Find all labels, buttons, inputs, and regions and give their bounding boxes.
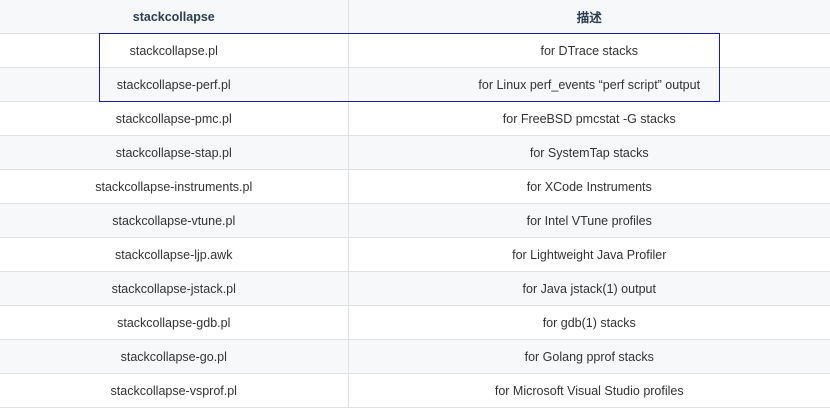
table-row: stackcollapse.pl for DTrace stacks [0, 33, 830, 68]
table-body: stackcollapse.pl for DTrace stacks stack… [0, 33, 830, 408]
script-name-cell: stackcollapse-instruments.pl [0, 169, 348, 204]
table-row: stackcollapse-jstack.pl for Java jstack(… [0, 271, 830, 306]
script-name-cell: stackcollapse-gdb.pl [0, 305, 348, 340]
description-cell: for Microsoft Visual Studio profiles [347, 373, 830, 408]
table-row: stackcollapse-vtune.pl for Intel VTune p… [0, 203, 830, 238]
header-stackcollapse: stackcollapse [0, 0, 348, 34]
description-cell: for Linux perf_events “perf script” outp… [347, 67, 830, 102]
script-name-cell: stackcollapse-go.pl [0, 339, 348, 374]
script-name-cell: stackcollapse-jstack.pl [0, 271, 348, 306]
table-row: stackcollapse-instruments.pl for XCode I… [0, 169, 830, 204]
script-name-cell: stackcollapse.pl [0, 33, 348, 68]
description-cell: for Java jstack(1) output [347, 271, 830, 306]
description-cell: for Intel VTune profiles [347, 203, 830, 238]
table-row: stackcollapse-ljp.awk for Lightweight Ja… [0, 237, 830, 272]
description-cell: for SystemTap stacks [347, 135, 830, 170]
script-name-cell: stackcollapse-vtune.pl [0, 203, 348, 238]
table-row: stackcollapse-pmc.pl for FreeBSD pmcstat… [0, 101, 830, 136]
stackcollapse-table: stackcollapse 描述 stackcollapse.pl for DT… [0, 0, 830, 408]
header-description: 描述 [347, 0, 830, 34]
table-header: stackcollapse 描述 [0, 0, 830, 34]
table-row: stackcollapse-gdb.pl for gdb(1) stacks [0, 305, 830, 340]
script-name-cell: stackcollapse-ljp.awk [0, 237, 348, 272]
description-cell: for Golang pprof stacks [347, 339, 830, 374]
description-cell: for Lightweight Java Profiler [347, 237, 830, 272]
table-row: stackcollapse-perf.pl for Linux perf_eve… [0, 67, 830, 102]
description-cell: for DTrace stacks [347, 33, 830, 68]
script-name-cell: stackcollapse-stap.pl [0, 135, 348, 170]
script-name-cell: stackcollapse-vsprof.pl [0, 373, 348, 408]
description-cell: for gdb(1) stacks [347, 305, 830, 340]
description-cell: for XCode Instruments [347, 169, 830, 204]
table-row: stackcollapse-stap.pl for SystemTap stac… [0, 135, 830, 170]
header-row: stackcollapse 描述 [0, 0, 830, 34]
script-name-cell: stackcollapse-pmc.pl [0, 101, 348, 136]
description-cell: for FreeBSD pmcstat -G stacks [347, 101, 830, 136]
table-row: stackcollapse-vsprof.pl for Microsoft Vi… [0, 373, 830, 408]
table-row: stackcollapse-go.pl for Golang pprof sta… [0, 339, 830, 374]
script-name-cell: stackcollapse-perf.pl [0, 67, 348, 102]
